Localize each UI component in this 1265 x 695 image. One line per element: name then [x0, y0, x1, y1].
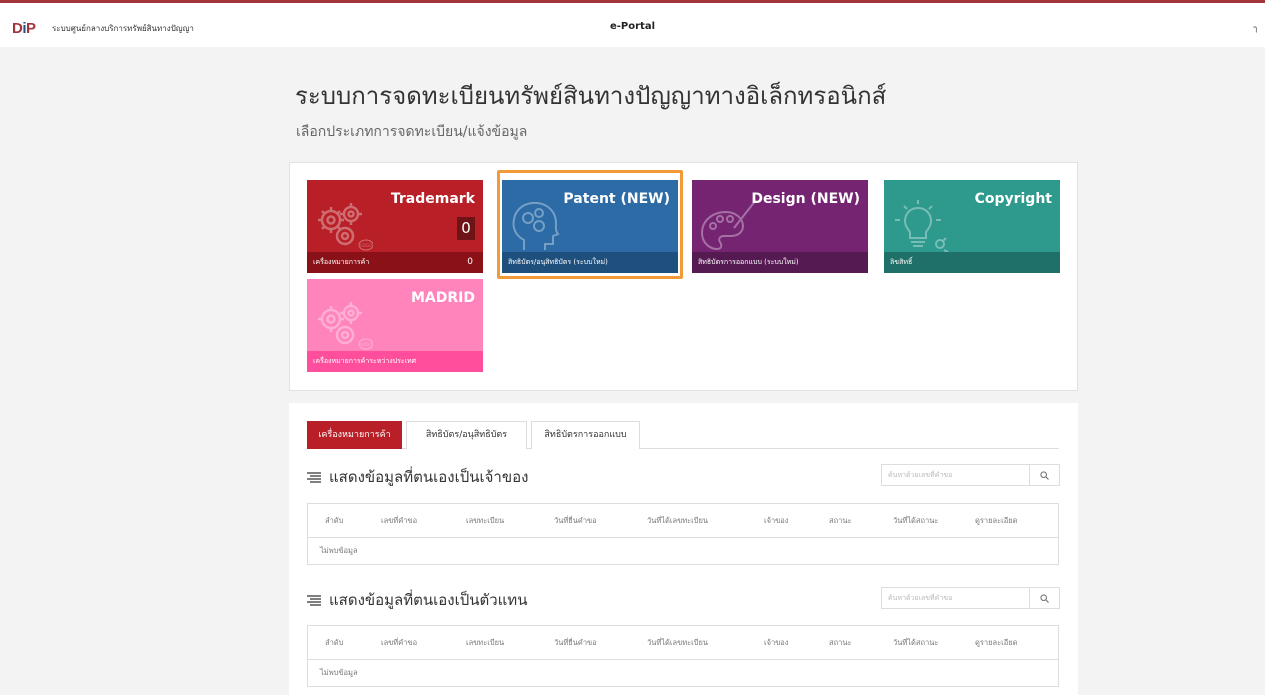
column-header[interactable]: วันที่ยื่นคำขอ	[554, 626, 597, 660]
logo-badge-text: LOGO	[360, 243, 371, 248]
agent-search-input[interactable]	[882, 588, 1030, 608]
column-header[interactable]: วันที่ได้สถานะ	[893, 626, 938, 660]
tile-title: MADRID	[411, 290, 475, 306]
tile-title: Design (NEW)	[751, 191, 860, 207]
user-menu[interactable]: ๅ	[1253, 22, 1257, 35]
column-header[interactable]: วันที่ยื่นคำขอ	[554, 504, 597, 538]
owner-search-box	[881, 464, 1060, 486]
patent-tile-highlight	[497, 170, 683, 279]
empty-message: ไม่พบข้อมูล	[320, 546, 358, 555]
page-title: ระบบการจดทะเบียนทรัพย์สินทางปัญญาทางอิเล…	[295, 82, 887, 110]
tile-title: Copyright	[974, 191, 1052, 207]
list-icon	[307, 472, 321, 483]
tile-footer-label: สิทธิบัตรการออกแบบ (ระบบใหม่)	[698, 258, 799, 266]
tile-title: Trademark	[390, 191, 475, 207]
tile-copyright[interactable]: Copyright ลิขสิทธิ์	[884, 180, 1060, 273]
my-applications-panel: เครื่องหมายการค้า สิทธิบัตร/อนุสิทธิบัตร…	[289, 403, 1078, 695]
column-header[interactable]: ดูรายละเอียด	[975, 626, 1017, 660]
agent-search-box	[881, 587, 1060, 609]
portal-title: e-Portal	[609, 21, 656, 32]
column-header[interactable]: เลขที่คำขอ	[381, 626, 417, 660]
logo-badge-text: LOGO	[360, 342, 371, 347]
tab-design[interactable]: สิทธิบัตรการออกแบบ	[531, 421, 640, 449]
gears-icon: LOGO	[318, 302, 373, 350]
tile-footer-label: เครื่องหมายการค้า	[313, 258, 370, 266]
tile-footer: ลิขสิทธิ์	[884, 252, 1060, 273]
lightbulb-icon	[895, 200, 949, 253]
column-header[interactable]: เลขทะเบียน	[466, 626, 504, 660]
tile-count-badge: 0	[457, 217, 475, 240]
section-title-text: แสดงข้อมูลที่ตนเองเป็นเจ้าของ	[329, 468, 529, 486]
column-header[interactable]: สถานะ	[829, 504, 852, 538]
tile-trademark[interactable]: LOGO Trademark 0 เครื่องหมายการค้า 0	[307, 180, 483, 273]
column-header[interactable]: วันที่ได้เลขทะเบียน	[647, 626, 708, 660]
registration-type-panel: LOGO Trademark 0 เครื่องหมายการค้า 0 Pat…	[289, 162, 1078, 391]
section-title-agent: แสดงข้อมูลที่ตนเองเป็นตัวแทน	[307, 588, 527, 612]
tile-footer: เครื่องหมายการค้า 0	[307, 252, 483, 273]
owner-search-button[interactable]	[1029, 465, 1059, 485]
tile-footer-label: เครื่องหมายการค้าระหว่างประเทศ	[313, 357, 417, 365]
column-header[interactable]: เลขที่คำขอ	[381, 504, 417, 538]
tab-patent[interactable]: สิทธิบัตร/อนุสิทธิบัตร	[406, 421, 527, 449]
gears-icon: LOGO	[318, 203, 373, 251]
column-header[interactable]: เจ้าของ	[764, 626, 788, 660]
search-icon	[1040, 594, 1049, 603]
column-header[interactable]: วันที่ได้สถานะ	[893, 504, 938, 538]
agent-search-button[interactable]	[1029, 588, 1059, 608]
category-tabs: เครื่องหมายการค้า สิทธิบัตร/อนุสิทธิบัตร…	[307, 420, 1059, 449]
tile-madrid[interactable]: LOGO MADRID เครื่องหมายการค้าระหว่างประเ…	[307, 279, 483, 372]
column-header[interactable]: เจ้าของ	[764, 504, 788, 538]
tile-footer-label: ลิขสิทธิ์	[890, 258, 913, 266]
top-bar: DiP ระบบศูนย์กลางบริการทรัพย์สินทางปัญญา…	[0, 0, 1265, 47]
page-subtitle: เลือกประเภทการจดทะเบียน/แจ้งข้อมูล	[296, 124, 528, 140]
empty-message: ไม่พบข้อมูล	[320, 668, 358, 677]
owner-table: ลำดับ เลขที่คำขอ เลขทะเบียน วันที่ยื่นคำ…	[307, 503, 1059, 565]
table-header: ลำดับ เลขที่คำขอ เลขทะเบียน วันที่ยื่นคำ…	[308, 626, 1058, 660]
column-header[interactable]: ลำดับ	[325, 626, 343, 660]
column-header[interactable]: ลำดับ	[325, 504, 343, 538]
column-header[interactable]: สถานะ	[829, 626, 852, 660]
palette-icon	[700, 199, 757, 251]
owner-search-input[interactable]	[882, 465, 1030, 485]
list-icon	[307, 595, 321, 606]
tab-trademark[interactable]: เครื่องหมายการค้า	[307, 421, 402, 449]
search-icon	[1040, 471, 1049, 480]
section-title-text: แสดงข้อมูลที่ตนเองเป็นตัวแทน	[329, 591, 528, 609]
column-header[interactable]: ดูรายละเอียด	[975, 504, 1017, 538]
tile-footer: เครื่องหมายการค้าระหว่างประเทศ	[307, 351, 483, 372]
tile-design[interactable]: Design (NEW) สิทธิบัตรการออกแบบ (ระบบใหม…	[692, 180, 868, 273]
tile-footer-count: 0	[467, 257, 473, 267]
table-header: ลำดับ เลขที่คำขอ เลขทะเบียน วันที่ยื่นคำ…	[308, 504, 1058, 538]
tile-footer: สิทธิบัตรการออกแบบ (ระบบใหม่)	[692, 252, 868, 273]
agent-table: ลำดับ เลขที่คำขอ เลขทะเบียน วันที่ยื่นคำ…	[307, 625, 1059, 687]
column-header[interactable]: วันที่ได้เลขทะเบียน	[647, 504, 708, 538]
column-header[interactable]: เลขทะเบียน	[466, 504, 504, 538]
section-title-owner: แสดงข้อมูลที่ตนเองเป็นเจ้าของ	[307, 465, 528, 489]
